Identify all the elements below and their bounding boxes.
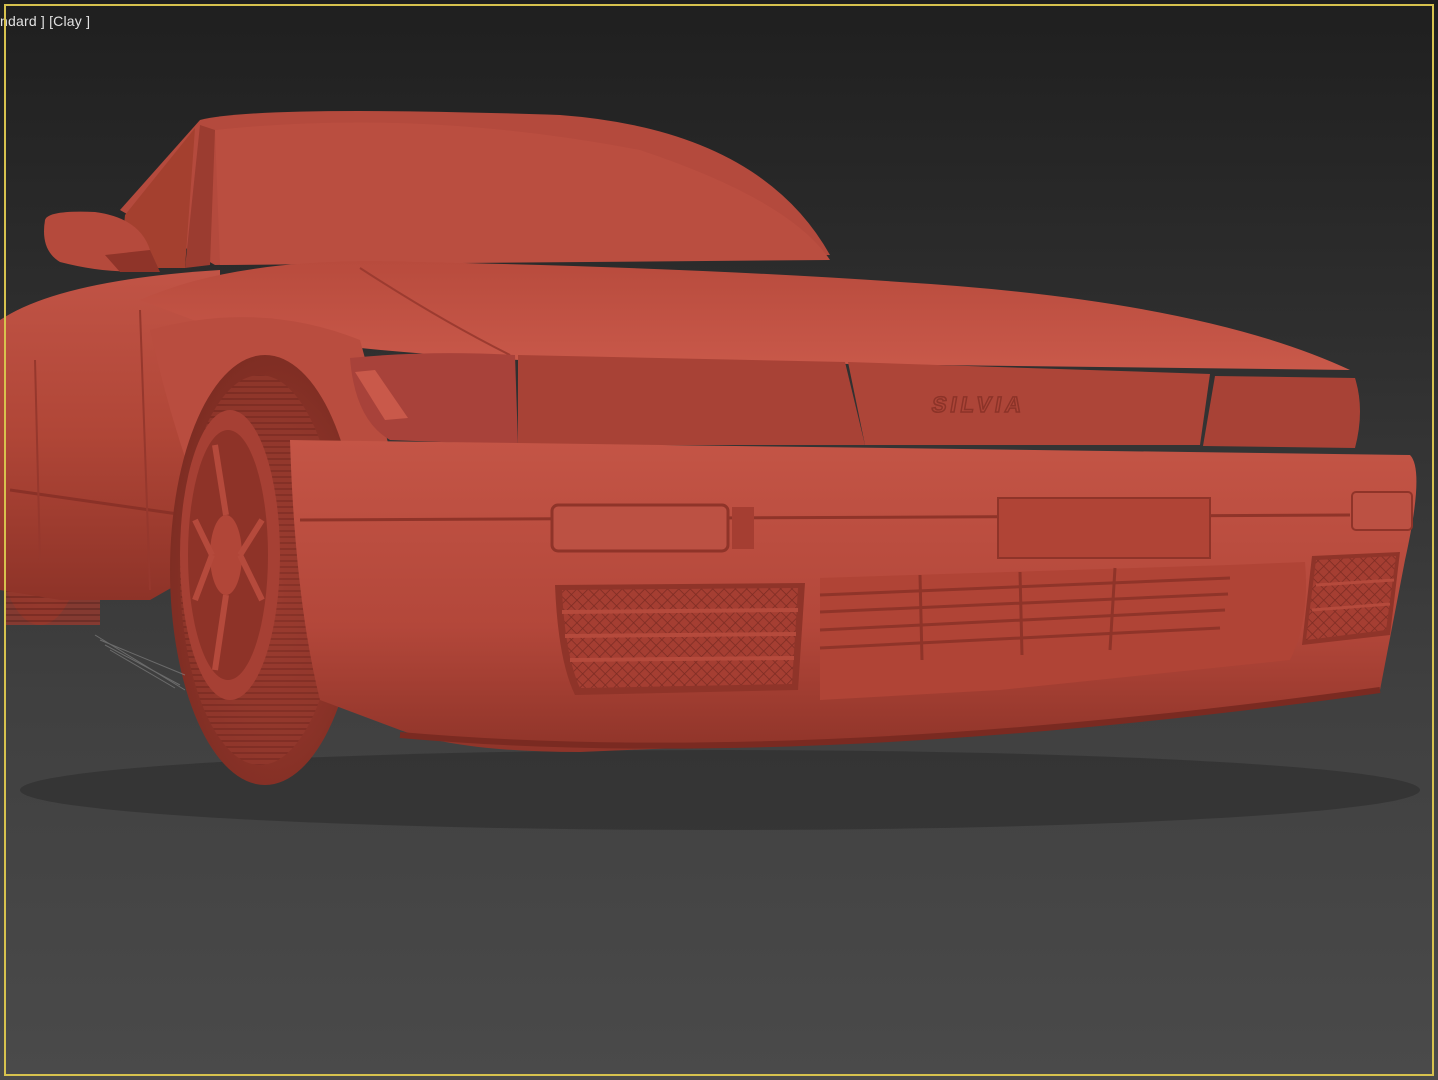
shading-mode-menu[interactable]: ndard ] (0, 13, 45, 29)
signal-lamp-right (1351, 491, 1413, 531)
visual-style-menu[interactable]: [Clay ] (49, 13, 90, 29)
license-plate-mount (997, 497, 1211, 559)
headlight-right (518, 355, 865, 445)
ground-grid-marker (94, 634, 186, 691)
grille-panel (848, 362, 1210, 445)
headlight-far (1203, 376, 1360, 448)
intake-left (555, 583, 805, 695)
intake-right (1302, 552, 1400, 645)
emblem-text: SILVIA (930, 392, 1028, 417)
windshield (215, 122, 830, 265)
viewport-label: ndard ] [Clay ] (0, 13, 90, 29)
car-model-render: SILVIA (0, 111, 1420, 830)
viewport[interactable]: SILVIA ndard] [Clay] (0, 0, 1438, 1080)
signal-lamp-left (550, 503, 730, 553)
